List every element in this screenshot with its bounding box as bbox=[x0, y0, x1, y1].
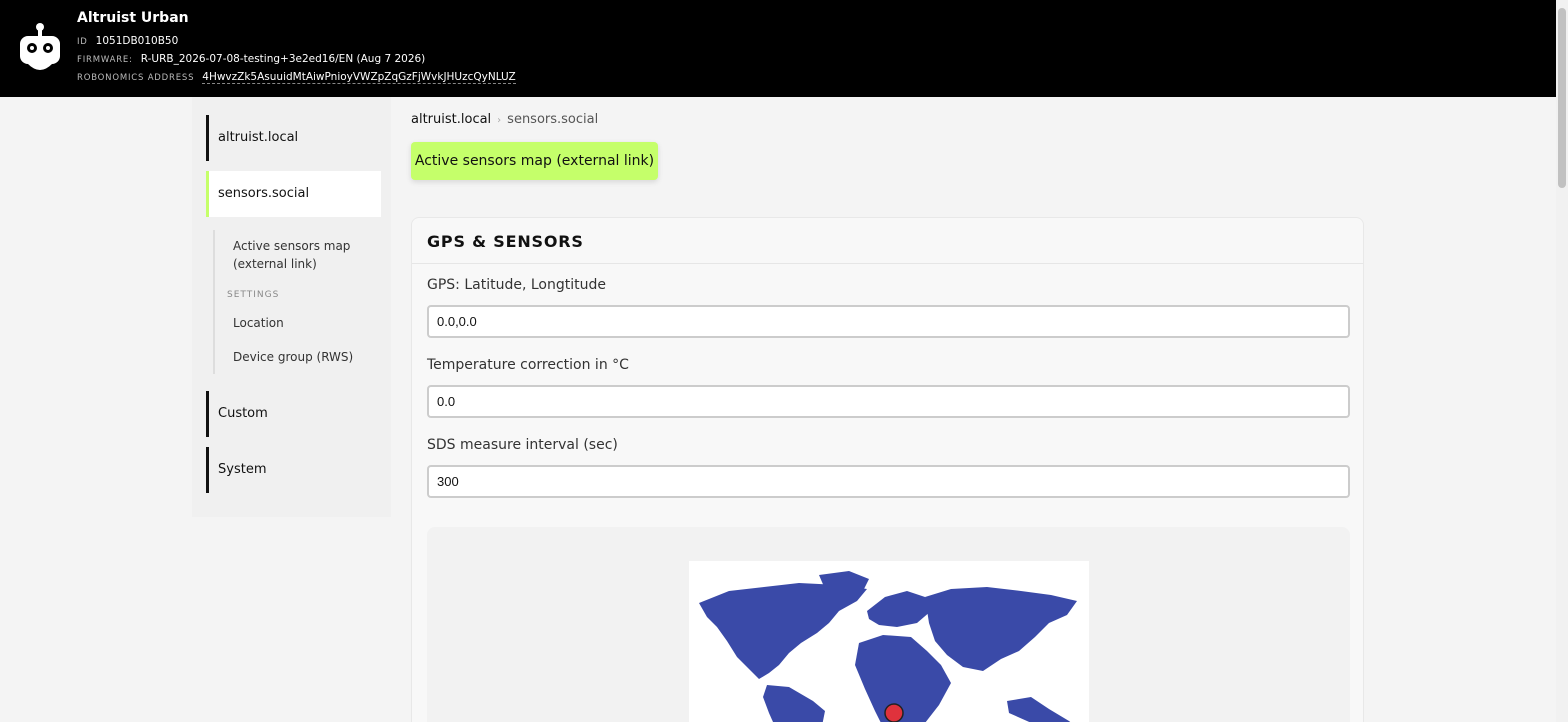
temperature-correction-input[interactable] bbox=[427, 385, 1350, 418]
breadcrumb-current: sensors.social bbox=[507, 112, 599, 127]
firmware-label: FIRMWARE: bbox=[77, 55, 133, 65]
location-marker bbox=[884, 703, 904, 722]
south-america-shape bbox=[763, 685, 825, 722]
sidebar-subitem-active-sensors-map[interactable]: Active sensors map (external link) bbox=[233, 237, 350, 273]
gps-field-label: GPS: Latitude, Longtitude bbox=[427, 277, 606, 293]
europe-shape bbox=[867, 591, 931, 627]
africa-shape bbox=[855, 635, 951, 722]
top-header: Altruist Urban ID 1051DB010B50 FIRMWARE: R… bbox=[0, 0, 1556, 97]
firmware-row: FIRMWARE: R-URB_2026-07-08-testing+3e2ed1… bbox=[77, 53, 425, 65]
islands-shape bbox=[1007, 697, 1071, 722]
breadcrumb-separator: › bbox=[497, 115, 502, 126]
card-divider bbox=[412, 263, 1363, 264]
active-sensors-map-button[interactable]: Active sensors map (external link) bbox=[411, 142, 658, 180]
sds-interval-label: SDS measure interval (sec) bbox=[427, 437, 618, 453]
robot-logo-icon bbox=[20, 23, 60, 70]
settings-section-label: SETTINGS bbox=[227, 290, 280, 300]
sidebar-item-system[interactable]: System bbox=[206, 447, 381, 493]
subitem-label: Active sensors map bbox=[233, 239, 351, 253]
address-row: ROBONOMICS ADDRESS 4HwvzZk5AsuuidMtAiwPni… bbox=[77, 71, 516, 84]
subnav-line bbox=[213, 230, 215, 374]
sidebar-subitem-device-group[interactable]: Device group (RWS) bbox=[233, 348, 353, 366]
sidebar-subitem-location[interactable]: Location bbox=[233, 314, 284, 332]
card-title: GPS & SENSORS bbox=[427, 232, 584, 251]
location-map-container bbox=[427, 527, 1350, 722]
device-title: Altruist Urban bbox=[77, 10, 189, 26]
asia-shape bbox=[925, 587, 1077, 671]
sidebar-item-sensors-social[interactable]: sensors.social bbox=[206, 171, 381, 217]
sidebar-item-custom[interactable]: Custom bbox=[206, 391, 381, 437]
address-label: ROBONOMICS ADDRESS bbox=[77, 73, 195, 83]
breadcrumb: altruist.local › sensors.social bbox=[411, 112, 598, 127]
gps-sensors-card: GPS & SENSORS GPS: Latitude, Longtitude … bbox=[411, 217, 1364, 722]
world-map[interactable] bbox=[689, 561, 1089, 722]
sds-interval-input[interactable] bbox=[427, 465, 1350, 498]
id-label: ID bbox=[77, 37, 88, 47]
page-scrollbar[interactable] bbox=[1556, 0, 1568, 722]
temperature-correction-label: Temperature correction in °C bbox=[427, 357, 629, 373]
id-value: 1051DB010B50 bbox=[95, 35, 179, 47]
robonomics-address[interactable]: 4HwvzZk5AsuuidMtAiwPnioyVWZpZqGzFjWvkJHU… bbox=[202, 71, 516, 84]
device-id-row: ID 1051DB010B50 bbox=[77, 35, 178, 47]
sidebar-item-altruist-local[interactable]: altruist.local bbox=[206, 115, 381, 161]
scrollbar-thumb[interactable] bbox=[1558, 8, 1566, 188]
firmware-value: R-URB_2026-07-08-testing+3e2ed16/EN (Aug… bbox=[140, 53, 426, 65]
gps-input[interactable] bbox=[427, 305, 1350, 338]
north-america-shape bbox=[699, 583, 867, 679]
subitem-label: (external link) bbox=[233, 257, 317, 271]
breadcrumb-root-link[interactable]: altruist.local bbox=[411, 112, 491, 127]
